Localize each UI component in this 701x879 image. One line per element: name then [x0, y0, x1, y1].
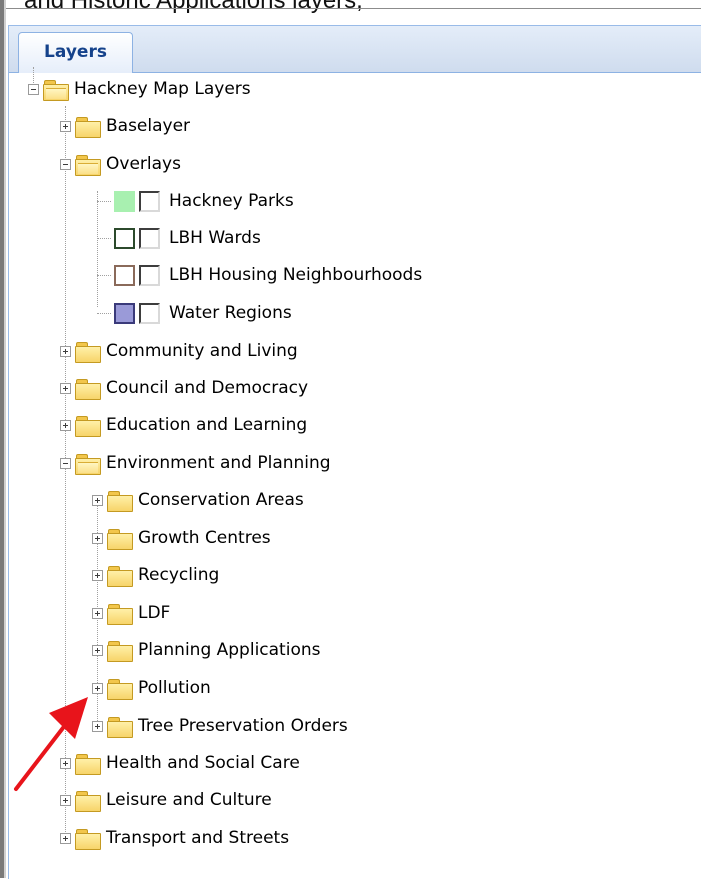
- collapse-toggle[interactable]: [60, 457, 71, 469]
- expand-toggle[interactable]: [92, 720, 103, 732]
- folder-icon: [107, 602, 133, 625]
- folder-icon: [75, 340, 101, 363]
- tree-node-label[interactable]: Planning Applications: [138, 640, 320, 660]
- tree-node-label[interactable]: Leisure and Culture: [106, 790, 272, 810]
- tree-node-education-and-learning[interactable]: Education and Learning: [60, 409, 307, 441]
- expand-toggle[interactable]: [60, 345, 71, 357]
- folder-open-icon: [75, 452, 101, 475]
- layer-visibility-checkbox[interactable]: [139, 264, 160, 286]
- tree-node-recycling[interactable]: Recycling: [92, 559, 219, 591]
- expand-toggle[interactable]: [92, 494, 103, 506]
- folder-icon: [107, 527, 133, 550]
- tree-node-growth-centres[interactable]: Growth Centres: [92, 522, 271, 554]
- tree-node-tree-preservation-orders[interactable]: Tree Preservation Orders: [92, 710, 348, 742]
- tree-node-label[interactable]: Growth Centres: [138, 528, 271, 548]
- tree-node-pollution[interactable]: Pollution: [92, 672, 211, 704]
- layers-panel: Layers Hackney Map Layers Baselayer Over…: [8, 25, 701, 879]
- tree-node-label[interactable]: Tree Preservation Orders: [138, 716, 348, 736]
- tree-node-health-and-social-care[interactable]: Health and Social Care: [60, 747, 300, 779]
- collapse-toggle[interactable]: [60, 158, 71, 170]
- folder-open-icon: [43, 78, 69, 101]
- expand-toggle[interactable]: [60, 120, 71, 132]
- tree-node-label[interactable]: Pollution: [138, 678, 211, 698]
- tree-node-leisure-and-culture[interactable]: Leisure and Culture: [60, 784, 272, 816]
- tree-node-label[interactable]: Environment and Planning: [106, 453, 331, 473]
- tree-guide-line: [97, 275, 111, 276]
- expand-toggle[interactable]: [60, 419, 71, 431]
- tree-node-environment-and-planning[interactable]: Environment and Planning: [60, 447, 331, 479]
- tree-node-label[interactable]: Council and Democracy: [106, 378, 308, 398]
- tab-layers[interactable]: Layers: [18, 32, 133, 73]
- folder-icon: [107, 564, 133, 587]
- tree-node-council-and-democracy[interactable]: Council and Democracy: [60, 372, 308, 404]
- collapse-toggle[interactable]: [28, 83, 39, 95]
- tree-node-label[interactable]: Education and Learning: [106, 415, 307, 435]
- tree-guide-line: [97, 238, 111, 239]
- layer-visibility-checkbox[interactable]: [139, 302, 160, 324]
- layer-label[interactable]: Hackney Parks: [169, 191, 294, 211]
- tree-node-label[interactable]: LDF: [138, 603, 170, 623]
- tree-node-label[interactable]: Health and Social Care: [106, 753, 300, 773]
- expand-toggle[interactable]: [92, 644, 103, 656]
- layer-item-lbh-wards[interactable]: LBH Wards: [114, 222, 261, 254]
- layer-item-hackney-parks[interactable]: Hackney Parks: [114, 185, 294, 217]
- tree-node-label[interactable]: Overlays: [106, 154, 181, 174]
- folder-icon: [75, 115, 101, 138]
- tree-node-conservation-areas[interactable]: Conservation Areas: [92, 484, 304, 516]
- folder-icon: [75, 789, 101, 812]
- folder-icon: [75, 752, 101, 775]
- folder-icon: [107, 639, 133, 662]
- layer-visibility-checkbox[interactable]: [139, 227, 160, 249]
- folder-icon: [107, 489, 133, 512]
- folder-icon: [75, 377, 101, 400]
- layer-legend-swatch: [114, 264, 135, 286]
- tree-node-label[interactable]: Community and Living: [106, 341, 298, 361]
- layer-legend-swatch: [114, 302, 135, 324]
- tree-node-community-and-living[interactable]: Community and Living: [60, 335, 298, 367]
- expand-toggle[interactable]: [60, 832, 71, 844]
- frame-rule: [0, 8, 701, 9]
- tab-strip: Layers: [9, 26, 701, 73]
- layer-label[interactable]: LBH Housing Neighbourhoods: [169, 265, 422, 285]
- layer-item-water-regions[interactable]: Water Regions: [114, 297, 292, 329]
- tree-node-label[interactable]: Conservation Areas: [138, 490, 304, 510]
- folder-icon: [75, 827, 101, 850]
- layer-legend-swatch: [114, 190, 135, 212]
- layer-label[interactable]: Water Regions: [169, 303, 292, 323]
- expand-toggle[interactable]: [60, 382, 71, 394]
- layer-legend-swatch: [114, 227, 135, 249]
- layer-label[interactable]: LBH Wards: [169, 228, 261, 248]
- layer-visibility-checkbox[interactable]: [139, 190, 160, 212]
- folder-icon: [75, 414, 101, 437]
- tree-node-label[interactable]: Transport and Streets: [106, 828, 289, 848]
- expand-toggle[interactable]: [92, 569, 103, 581]
- tree-node-root[interactable]: Hackney Map Layers: [28, 73, 251, 105]
- folder-icon: [107, 677, 133, 700]
- layer-item-lbh-housing-neighbourhoods[interactable]: LBH Housing Neighbourhoods: [114, 259, 422, 291]
- expand-toggle[interactable]: [60, 794, 71, 806]
- folder-open-icon: [75, 153, 101, 176]
- expand-toggle[interactable]: [92, 607, 103, 619]
- tree-guide-line: [97, 201, 111, 202]
- tree-node-ldf[interactable]: LDF: [92, 597, 170, 629]
- expand-toggle[interactable]: [60, 757, 71, 769]
- layer-tree: Hackney Map Layers Baselayer Overlays Ha…: [9, 67, 701, 879]
- tree-node-transport-and-streets[interactable]: Transport and Streets: [60, 822, 289, 854]
- tree-guide-line: [97, 191, 98, 307]
- window-edge-highlight: [4, 0, 6, 878]
- tree-node-label[interactable]: Baselayer: [106, 116, 190, 136]
- expand-toggle[interactable]: [92, 532, 103, 544]
- tree-node-baselayer[interactable]: Baselayer: [60, 110, 190, 142]
- folder-icon: [107, 715, 133, 738]
- tree-node-label[interactable]: Hackney Map Layers: [74, 79, 251, 99]
- tree-node-overlays[interactable]: Overlays: [60, 148, 181, 180]
- tree-guide-line: [97, 313, 111, 314]
- expand-toggle[interactable]: [92, 682, 103, 694]
- tree-node-planning-applications[interactable]: Planning Applications: [92, 634, 320, 666]
- tree-node-label[interactable]: Recycling: [138, 565, 219, 585]
